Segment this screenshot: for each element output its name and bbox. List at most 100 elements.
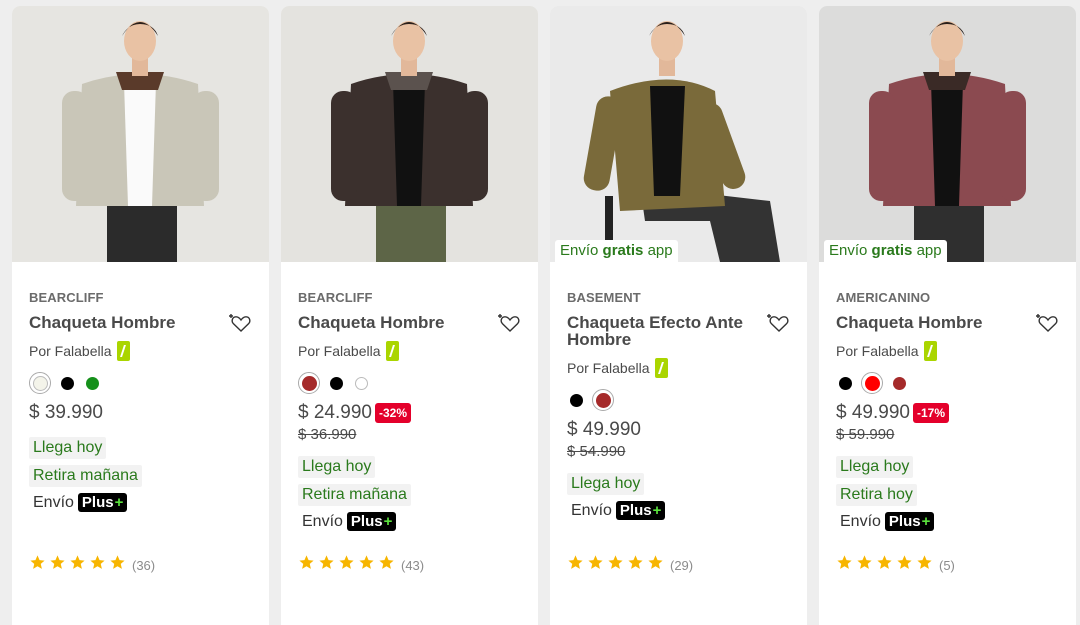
seller-row: Por Falabella [567, 358, 790, 378]
color-swatch[interactable] [567, 391, 585, 409]
discount-badge: -32% [374, 403, 411, 423]
plus-icon: + [652, 502, 662, 519]
plus-badge: Plus + [884, 512, 935, 531]
plus-badge: Plus + [346, 512, 397, 531]
delivery-tag: Retira mañana [29, 465, 142, 487]
star-icon [567, 554, 584, 576]
product-image[interactable]: Envío gratis app [819, 6, 1076, 262]
color-swatch[interactable] [592, 389, 614, 411]
star-icon [318, 554, 335, 576]
add-to-wishlist-heart-icon[interactable] [1036, 311, 1060, 335]
seller-row: Por Falabella [298, 341, 521, 361]
product-title[interactable]: Chaqueta Efecto Ante Hombre [567, 314, 790, 348]
star-icon [49, 554, 66, 576]
delivery-tags: Llega hoy Retira mañana Envío Plus + [29, 437, 252, 512]
seller-label: Por Falabella [836, 343, 919, 359]
product-card[interactable]: Envío gratis app BASEMENT Chaqueta Efecto … [550, 6, 807, 625]
plus-icon: + [114, 494, 124, 511]
product-title[interactable]: Chaqueta Hombre [836, 314, 1059, 331]
product-card[interactable]: BEARCLIFF Chaqueta Hombre Por Falabella $ 3… [12, 6, 269, 625]
product-card[interactable]: Envío gratis app AMERICANINO Chaqueta Homb… [819, 6, 1076, 625]
original-price: $ 36.990 [298, 426, 357, 443]
star-icon [627, 554, 644, 576]
falabella-bolt-icon [923, 341, 937, 361]
seller-label: Por Falabella [29, 343, 112, 359]
seller-label: Por Falabella [298, 343, 381, 359]
product-info: BEARCLIFF Chaqueta Hombre Por Falabella $ 2… [281, 290, 538, 531]
product-info: BASEMENT Chaqueta Efecto Ante Hombre Por F… [550, 290, 807, 520]
envio-label: Envío [302, 512, 343, 530]
star-icon [109, 554, 126, 576]
plus-badge: Plus + [77, 493, 128, 512]
delivery-tags: Llega hoy Envío Plus + [567, 473, 790, 520]
review-count: (43) [401, 557, 425, 573]
color-swatch[interactable] [298, 372, 320, 394]
delivery-tags: Llega hoy Retira mañana Envío Plus + [298, 456, 521, 531]
color-swatch[interactable] [836, 374, 854, 392]
shipping-plus-row: Envío Plus + [33, 493, 252, 512]
seller-row: Por Falabella [836, 341, 1059, 361]
add-to-wishlist-heart-icon[interactable] [498, 311, 522, 335]
color-swatch[interactable] [29, 372, 51, 394]
product-brand: BASEMENT [567, 290, 641, 305]
rating: (29) [567, 554, 693, 576]
current-price: $ 24.990 [298, 402, 372, 423]
product-brand: AMERICANINO [836, 290, 931, 305]
seller-label: Por Falabella [567, 360, 650, 376]
original-price: $ 54.990 [567, 443, 626, 460]
delivery-tag: Retira hoy [836, 484, 917, 506]
rating: (43) [298, 554, 424, 576]
star-icon [896, 554, 913, 576]
envio-label: Envío [840, 512, 881, 530]
free-shipping-badge: Envío gratis app [555, 240, 678, 262]
price-row: $ 49.990 -17% [836, 402, 1059, 424]
envio-label: Envío [33, 493, 74, 511]
color-swatch[interactable] [861, 372, 883, 394]
delivery-tag: Retira mañana [298, 484, 411, 506]
plus-icon: + [383, 513, 393, 530]
star-icon [378, 554, 395, 576]
rating: (5) [836, 554, 955, 576]
star-icon [358, 554, 375, 576]
color-swatch[interactable] [327, 374, 345, 392]
star-icon [647, 554, 664, 576]
discount-badge: -17% [912, 403, 949, 423]
color-swatch[interactable] [352, 374, 370, 392]
star-icon [89, 554, 106, 576]
current-price: $ 49.990 [567, 419, 641, 440]
plus-icon: + [921, 513, 931, 530]
product-title[interactable]: Chaqueta Hombre [298, 314, 521, 331]
color-swatches [836, 372, 1059, 394]
current-price: $ 49.990 [836, 402, 910, 423]
shipping-plus-row: Envío Plus + [302, 512, 521, 531]
envio-label: Envío [571, 501, 612, 519]
price-row: $ 24.990 -32% [298, 402, 521, 424]
product-info: AMERICANINO Chaqueta Hombre Por Falabella $… [819, 290, 1076, 531]
star-icon [298, 554, 315, 576]
star-icon [876, 554, 893, 576]
product-image[interactable] [12, 6, 269, 262]
seller-row: Por Falabella [29, 341, 252, 361]
delivery-tag: Llega hoy [29, 437, 107, 459]
price-row: $ 39.990 [29, 402, 252, 424]
product-info: BEARCLIFF Chaqueta Hombre Por Falabella $ 3… [12, 290, 269, 512]
star-icon [338, 554, 355, 576]
review-count: (5) [939, 557, 955, 573]
falabella-bolt-icon [385, 341, 399, 361]
delivery-tag: Llega hoy [836, 456, 914, 478]
product-image[interactable] [281, 6, 538, 262]
color-swatch[interactable] [890, 374, 908, 392]
product-image[interactable]: Envío gratis app [550, 6, 807, 262]
delivery-tag: Llega hoy [567, 473, 645, 495]
product-card[interactable]: BEARCLIFF Chaqueta Hombre Por Falabella $ 2… [281, 6, 538, 625]
add-to-wishlist-heart-icon[interactable] [767, 311, 791, 335]
color-swatch[interactable] [83, 374, 101, 392]
product-title[interactable]: Chaqueta Hombre [29, 314, 252, 331]
price-row: $ 49.990 [567, 419, 790, 441]
product-grid: BEARCLIFF Chaqueta Hombre Por Falabella $ 3… [0, 0, 1080, 625]
star-icon [916, 554, 933, 576]
delivery-tag: Llega hoy [298, 456, 376, 478]
falabella-bolt-icon [116, 341, 130, 361]
add-to-wishlist-heart-icon[interactable] [229, 311, 253, 335]
color-swatch[interactable] [58, 374, 76, 392]
